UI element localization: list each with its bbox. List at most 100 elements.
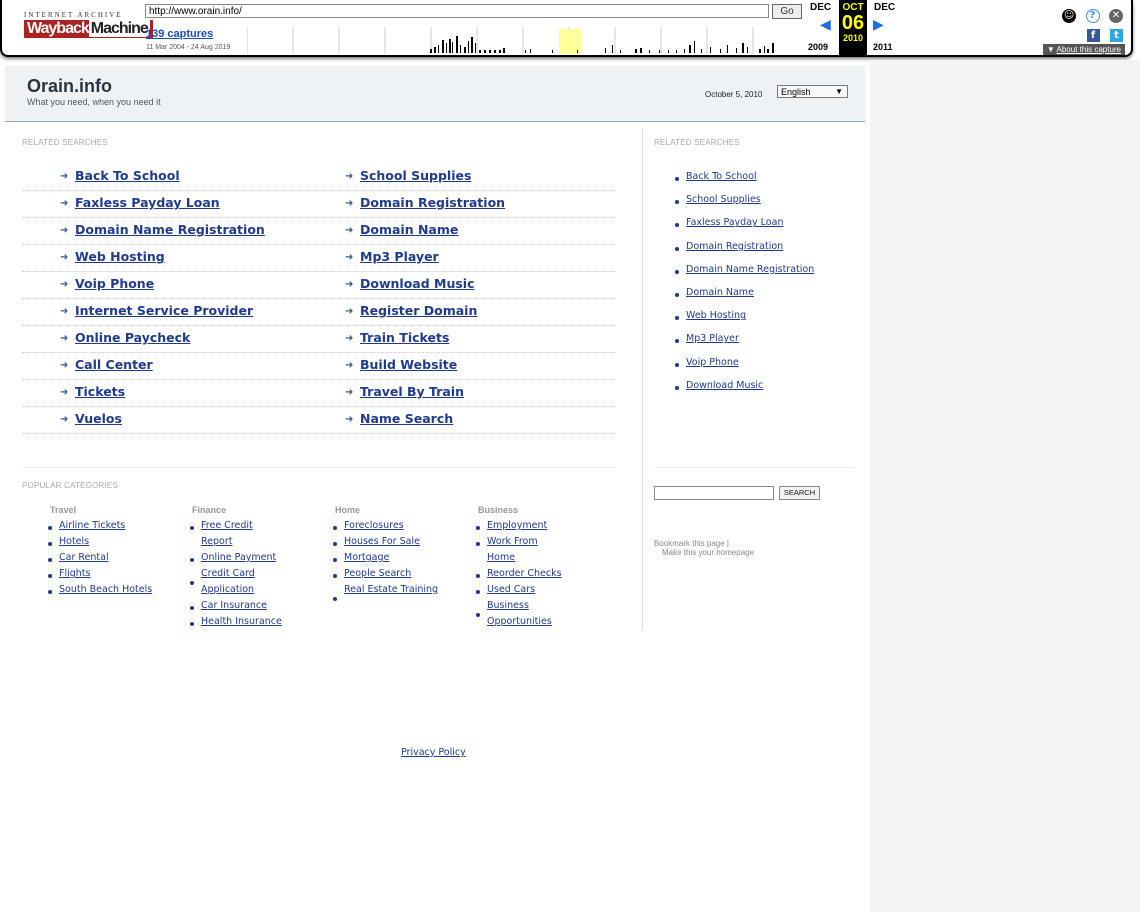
category-link[interactable]: Reorder Checks: [487, 568, 562, 579]
sidebar-related-link[interactable]: Domain Registration: [686, 241, 783, 252]
bullet-dot-icon: [190, 526, 194, 530]
wayback-logo[interactable]: Wayback Machine: [24, 20, 153, 38]
category-link[interactable]: Hotels: [59, 536, 89, 547]
bullet-dot-icon: [190, 606, 194, 610]
related-search-link[interactable]: Voip Phone: [75, 276, 154, 291]
category-item: South Beach Hotels: [48, 582, 178, 598]
category-item: Real Estate Training: [333, 582, 463, 601]
prev-year-label[interactable]: 2009: [808, 42, 828, 52]
about-capture-label: About this capture: [1056, 45, 1121, 54]
related-search-link[interactable]: Travel By Train: [360, 384, 464, 399]
category-link[interactable]: Real Estate Training: [344, 584, 438, 595]
go-button[interactable]: Go: [772, 4, 802, 19]
category-item: Hotels: [48, 534, 178, 550]
category-link[interactable]: Foreclosures: [344, 520, 404, 531]
category-link[interactable]: Car Insurance: [201, 600, 267, 611]
search-input[interactable]: [654, 486, 774, 500]
category-link[interactable]: Used Cars: [487, 584, 535, 595]
category-link[interactable]: South Beach Hotels: [59, 584, 152, 595]
prev-month-label[interactable]: DEC: [810, 2, 831, 13]
related-search-link[interactable]: Call Center: [75, 357, 153, 372]
close-icon[interactable]: ✕: [1109, 9, 1123, 23]
search-button[interactable]: SEARCH: [779, 486, 820, 500]
next-capture-arrow-icon[interactable]: ▶: [873, 16, 884, 33]
related-search-row: ➜ Name Search: [307, 407, 616, 434]
category-item: Used Cars: [476, 582, 564, 598]
next-month-label[interactable]: DEC: [874, 2, 895, 13]
related-search-row: ➜ Internet Service Provider: [22, 299, 332, 326]
related-search-link[interactable]: Online Paycheck: [75, 330, 190, 345]
related-searches-right-column: ➜ School Supplies ➜ Domain Registration ➜ Dom…: [307, 164, 616, 434]
category-link[interactable]: Flights: [59, 568, 90, 579]
related-search-link[interactable]: Register Domain: [360, 303, 477, 318]
related-search-link[interactable]: Download Music: [360, 276, 475, 291]
category-link[interactable]: Employment: [487, 520, 547, 531]
category-link[interactable]: People Search: [344, 568, 411, 579]
related-search-link[interactable]: Faxless Payday Loan: [75, 195, 220, 210]
category-link[interactable]: Houses For Sale: [344, 536, 420, 547]
help-icon[interactable]: ?: [1085, 9, 1100, 23]
sidebar-related-link[interactable]: Back To School: [686, 171, 757, 182]
related-search-link[interactable]: Internet Service Provider: [75, 303, 253, 318]
capture-sparkline[interactable]: [247, 27, 802, 54]
bullet-dot-icon: [333, 542, 337, 546]
sidebar-related-link[interactable]: Faxless Payday Loan: [686, 217, 783, 228]
sidebar-related-link[interactable]: Voip Phone: [686, 357, 739, 368]
related-search-link[interactable]: Domain Name Registration: [75, 222, 265, 237]
related-search-row: ➜ Vuelos: [22, 407, 332, 434]
category-link[interactable]: Mortgage: [344, 552, 389, 563]
sidebar-related-link[interactable]: Domain Name: [686, 287, 754, 298]
related-search-row: ➜ Back To School: [22, 164, 332, 191]
category-link[interactable]: Credit Card Application: [201, 568, 255, 595]
bullet-dot-icon: [333, 597, 337, 601]
category-link[interactable]: Business Opportunities: [487, 600, 552, 627]
arrow-bullet-icon: ➜: [345, 225, 354, 236]
related-search-row: ➜ Online Paycheck: [22, 326, 332, 353]
captures-link[interactable]: 139 captures: [146, 28, 213, 40]
bullet-dot-icon: [675, 339, 679, 344]
about-capture-button[interactable]: ▼ About this capture: [1042, 44, 1125, 55]
make-homepage-link[interactable]: Make this your homepage: [662, 548, 754, 557]
site-title[interactable]: Orain.info: [27, 76, 112, 97]
arrow-bullet-icon: ➜: [60, 198, 69, 209]
bullet-dot-icon: [476, 574, 480, 578]
related-search-link[interactable]: Vuelos: [75, 411, 122, 426]
url-input[interactable]: http://www.orain.info/: [145, 4, 769, 18]
related-search-link[interactable]: Domain Registration: [360, 195, 505, 210]
user-account-icon[interactable]: ☺: [1062, 9, 1077, 23]
sidebar-related-link[interactable]: School Supplies: [686, 194, 761, 205]
category-link[interactable]: Airline Tickets: [59, 520, 125, 531]
category-link[interactable]: Work From Home: [487, 536, 538, 563]
related-search-link[interactable]: Domain Name: [360, 222, 458, 237]
bookmark-link[interactable]: Bookmark this page |: [654, 539, 729, 548]
category-item: Flights: [48, 566, 178, 582]
category-link[interactable]: Car Rental: [59, 552, 109, 563]
sidebar-related-link[interactable]: Domain Name Registration: [686, 264, 814, 275]
arrow-bullet-icon: ➜: [60, 306, 69, 317]
related-search-link[interactable]: Build Website: [360, 357, 457, 372]
header-date: October 5, 2010: [705, 90, 763, 99]
bullet-dot-icon: [48, 558, 52, 562]
prev-capture-arrow-icon[interactable]: ◀: [820, 16, 831, 33]
sidebar-related-link[interactable]: Download Music: [686, 380, 763, 391]
next-year-label[interactable]: 2011: [873, 42, 893, 52]
bullet-dot-icon: [476, 590, 480, 594]
twitter-icon[interactable]: t: [1110, 29, 1123, 42]
facebook-icon[interactable]: f: [1086, 29, 1100, 42]
category-link[interactable]: Online Payment: [201, 552, 276, 563]
related-search-row: ➜ Domain Name Registration: [22, 218, 332, 245]
related-search-link[interactable]: School Supplies: [360, 168, 471, 183]
related-search-link[interactable]: Tickets: [75, 384, 125, 399]
bullet-dot-icon: [476, 613, 480, 617]
related-search-link[interactable]: Web Hosting: [75, 249, 165, 264]
category-link[interactable]: Free Credit Report: [201, 520, 253, 547]
category-link[interactable]: Health Insurance: [201, 616, 282, 627]
related-search-link[interactable]: Back To School: [75, 168, 180, 183]
related-search-link[interactable]: Name Search: [360, 411, 453, 426]
related-search-link[interactable]: Mp3 Player: [360, 249, 439, 264]
related-search-link[interactable]: Train Tickets: [360, 330, 449, 345]
language-select[interactable]: English ▼: [777, 85, 848, 98]
sidebar-related-link[interactable]: Mp3 Player: [686, 333, 739, 344]
sidebar-related-link[interactable]: Web Hosting: [686, 310, 746, 321]
privacy-policy-link[interactable]: Privacy Policy: [401, 747, 466, 758]
